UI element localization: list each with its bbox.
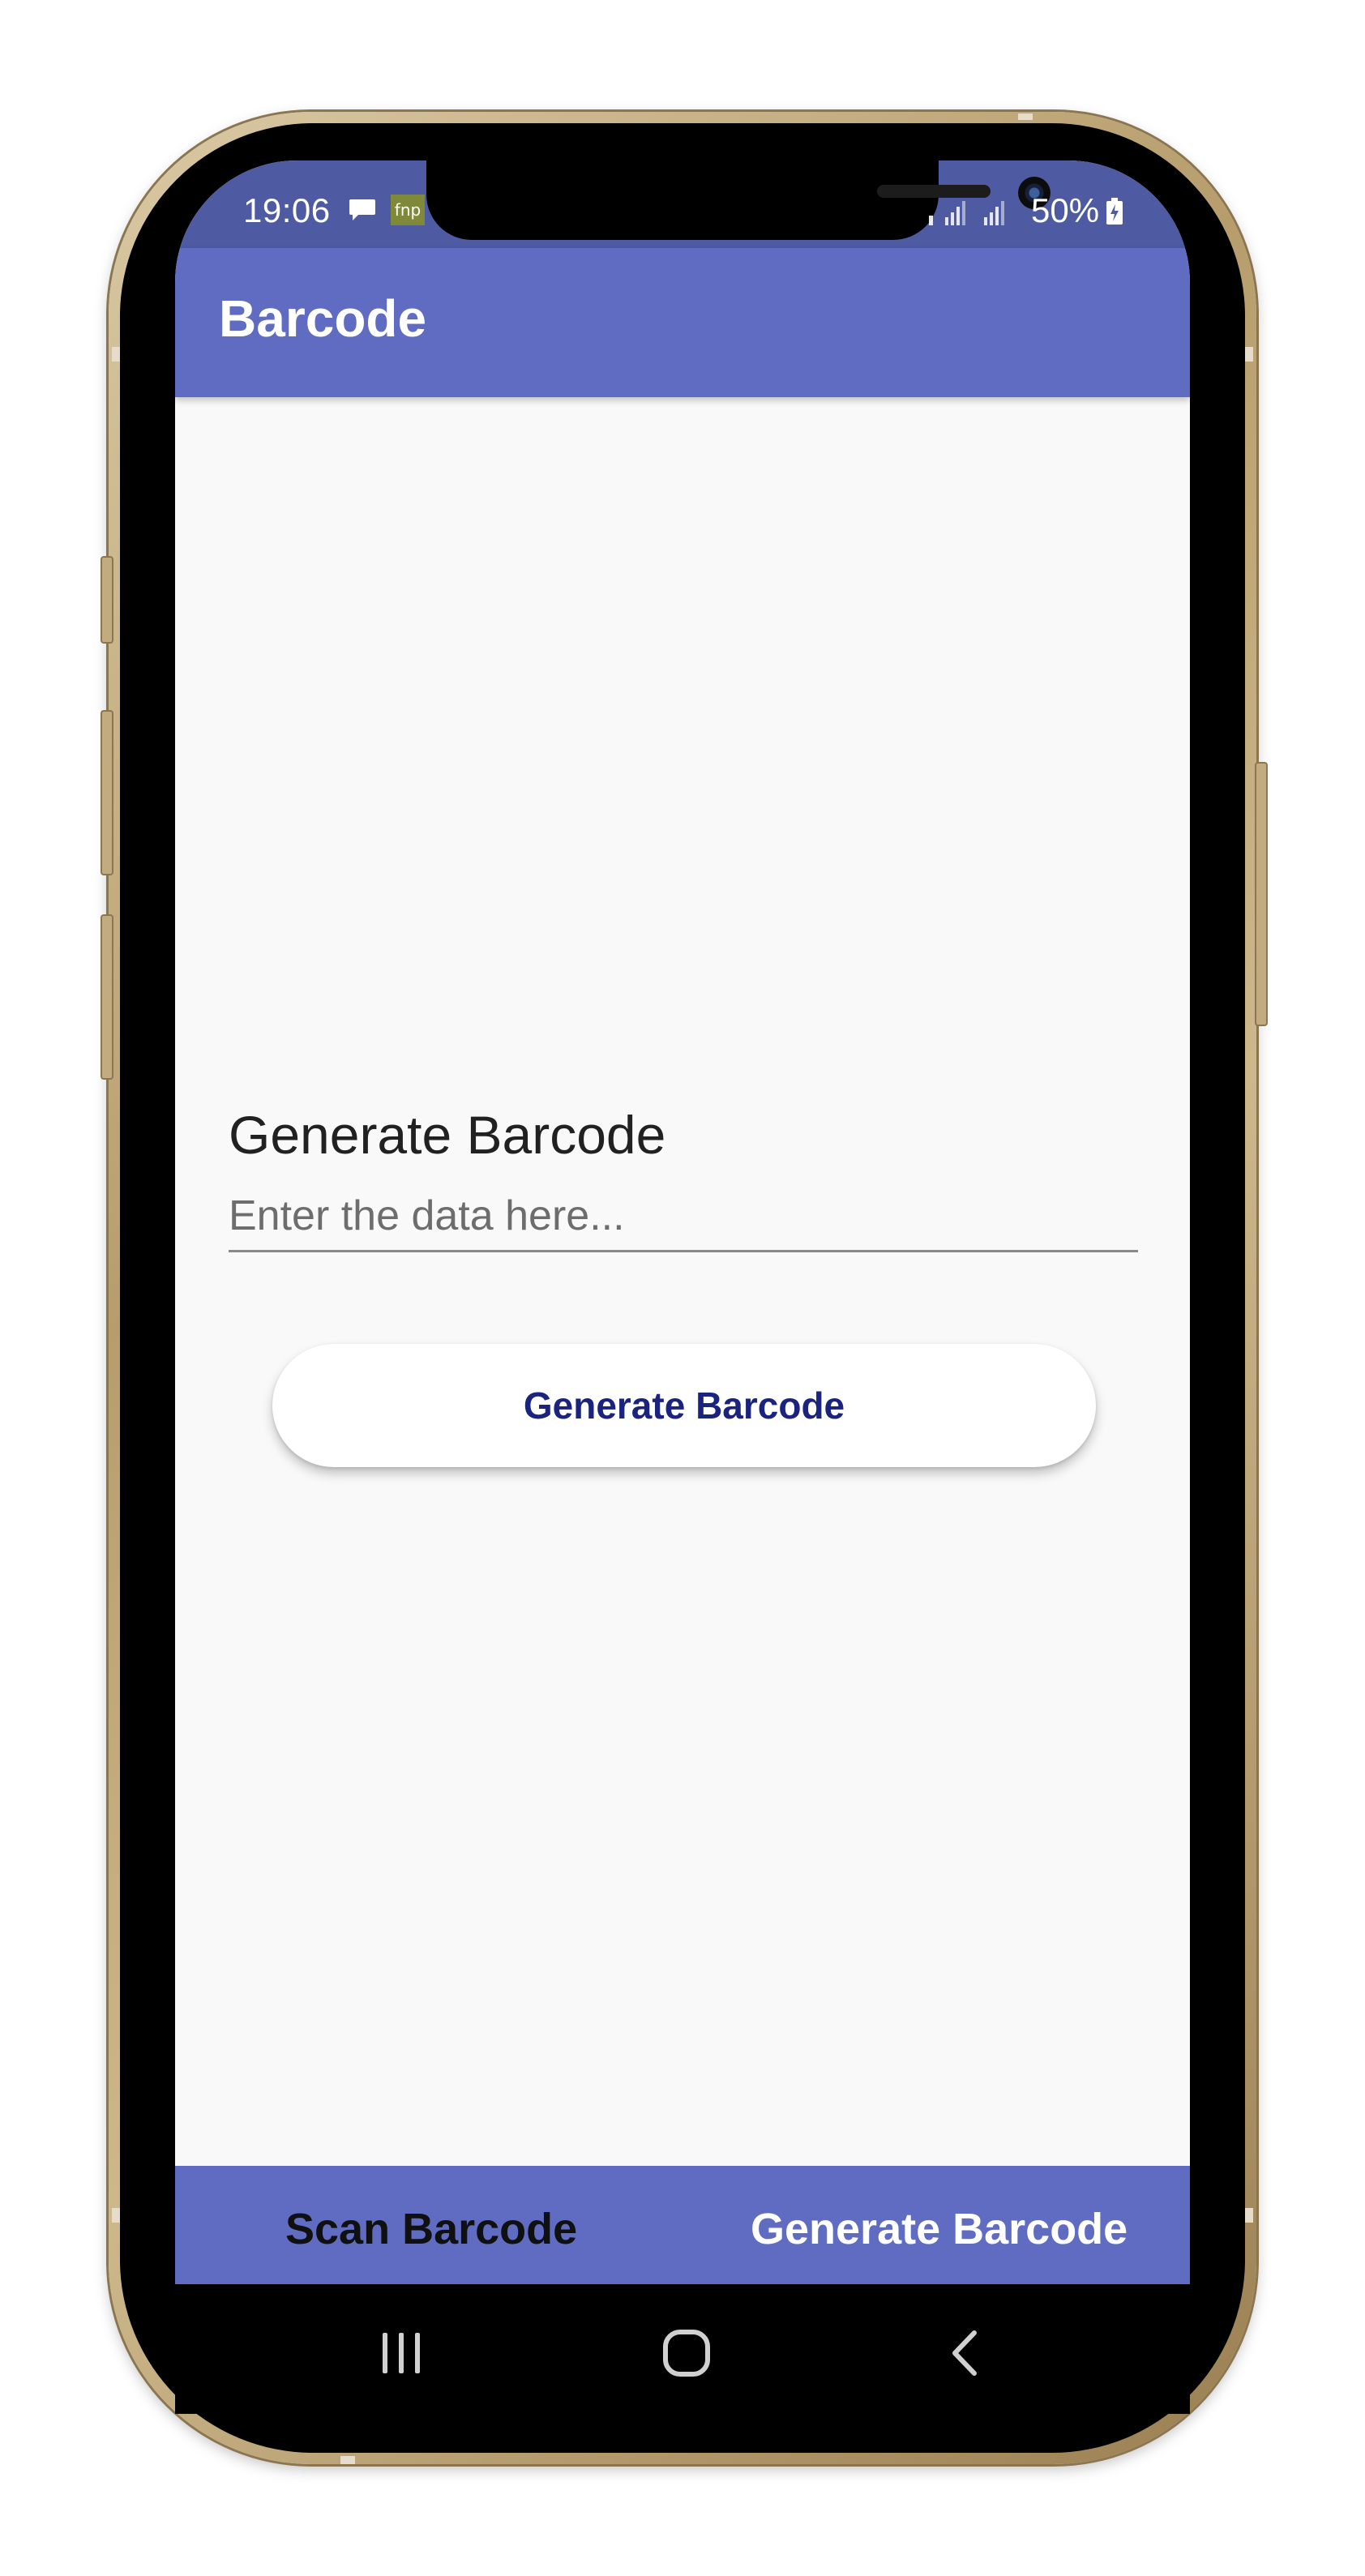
antenna-band	[1245, 2208, 1253, 2223]
antenna-band	[1018, 113, 1033, 120]
antenna-band	[340, 2456, 355, 2464]
nav-generate-barcode[interactable]: Generate Barcode	[751, 2166, 1128, 2284]
nav-scan-barcode[interactable]: Scan Barcode	[285, 2166, 577, 2284]
volume-down-button	[101, 914, 113, 1080]
generate-barcode-button[interactable]: Generate Barcode	[272, 1344, 1096, 1467]
battery-charging-icon	[1106, 198, 1123, 225]
message-icon	[349, 199, 375, 220]
antenna-band	[112, 2208, 120, 2223]
status-bar: 19:06 fnp 50%	[175, 160, 1190, 248]
fnp-app-icon: fnp	[391, 195, 425, 225]
battery-percentage: 50%	[1031, 191, 1100, 229]
antenna-band	[1245, 347, 1253, 362]
app-screen: 19:06 fnp 50% Barcode Generate Barcode E…	[175, 160, 1190, 2284]
home-icon[interactable]	[661, 2328, 712, 2378]
barcode-data-input[interactable]	[229, 1182, 1138, 1252]
bottom-navigation: Scan Barcode Generate Barcode	[175, 2166, 1190, 2284]
system-navigation-bar	[175, 2292, 1190, 2414]
section-title: Generate Barcode	[229, 1105, 666, 1165]
volume-up-button	[101, 710, 113, 875]
camera-notch	[426, 160, 1050, 240]
status-time: 19:06	[243, 191, 331, 229]
recents-icon[interactable]	[378, 2330, 425, 2377]
signal-icon	[929, 201, 1004, 225]
back-icon[interactable]	[945, 2328, 986, 2378]
power-button	[1255, 762, 1268, 1026]
mute-switch	[101, 556, 113, 644]
app-bar: Barcode	[175, 248, 1190, 397]
antenna-band	[112, 347, 120, 362]
app-title: Barcode	[219, 289, 427, 348]
